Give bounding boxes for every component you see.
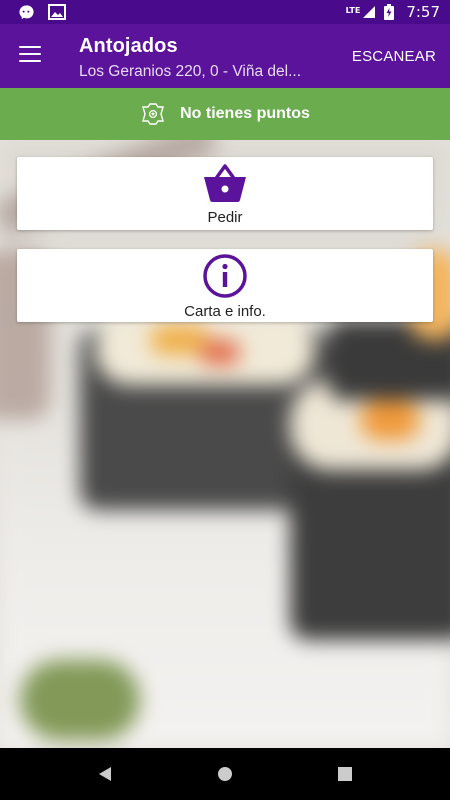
store-title: Antojados — [79, 35, 178, 57]
content-area: Pedir Carta e info. — [0, 140, 450, 748]
menu-info-label: Carta e info. — [184, 303, 266, 320]
points-status-text: No tienes puntos — [180, 105, 310, 122]
badge-icon — [140, 103, 166, 125]
menu-info-card[interactable]: Carta e info. — [17, 249, 433, 322]
hamburger-menu-icon[interactable] — [19, 46, 41, 64]
info-icon — [202, 253, 248, 299]
network-type: LTE — [345, 6, 361, 15]
status-bar: LTE 7:57 — [0, 0, 450, 24]
back-icon[interactable] — [95, 764, 115, 784]
home-icon[interactable] — [215, 764, 235, 784]
battery-icon — [384, 4, 395, 20]
recents-icon[interactable] — [335, 764, 355, 784]
status-left — [18, 4, 66, 20]
store-address: Los Geranios 220, 0 - Viña del... — [79, 63, 302, 80]
status-right: LTE 7:57 — [346, 3, 440, 21]
order-card[interactable]: Pedir — [17, 157, 433, 230]
scan-button[interactable]: ESCANEAR — [352, 48, 436, 65]
messenger-icon — [18, 4, 34, 20]
points-banner: No tienes puntos — [0, 88, 450, 140]
gallery-icon — [48, 4, 66, 20]
order-label: Pedir — [207, 209, 243, 226]
signal-icon — [362, 5, 376, 19]
basket-icon — [201, 163, 249, 203]
background-photo — [0, 140, 450, 748]
app-bar: Antojados Los Geranios 220, 0 - Viña del… — [0, 24, 450, 88]
clock: 7:57 — [406, 3, 440, 21]
system-nav-bar — [0, 748, 450, 800]
